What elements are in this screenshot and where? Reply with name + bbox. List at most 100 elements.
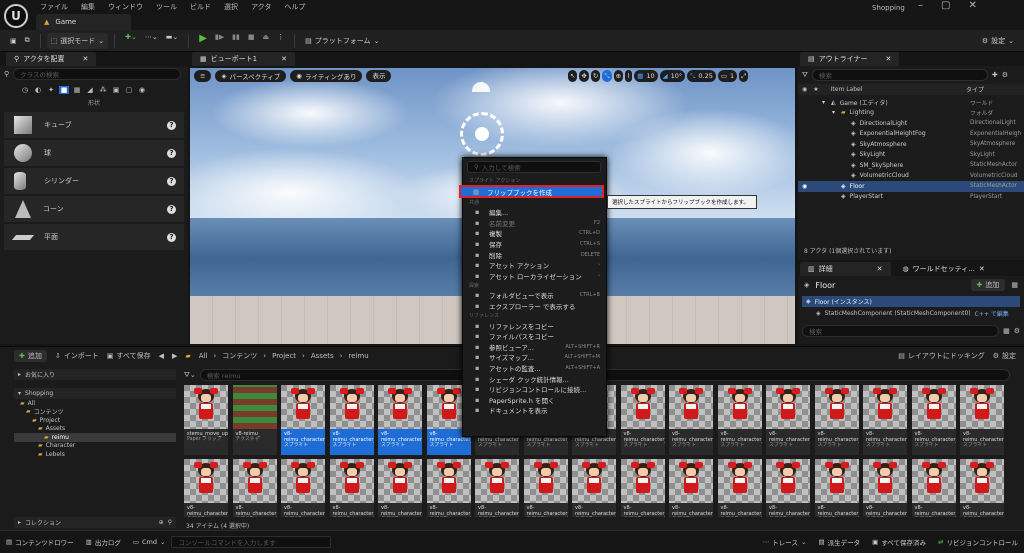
menu-item[interactable]: ▪ 複製 CTRL+D <box>463 228 606 239</box>
folder-item[interactable]: ▰ Project <box>14 416 176 425</box>
menu-item[interactable]: ▪ リファレンスをコピー <box>463 320 606 331</box>
create-flipbook-item[interactable]: ▦ フリップブックを作成 <box>459 185 604 198</box>
column-type[interactable]: タイプ <box>966 85 984 94</box>
root-header[interactable]: ▾ Shopping <box>14 388 176 399</box>
platform-button[interactable]: ▤ プラットフォーム ⌄ <box>301 33 383 49</box>
chevron-icon[interactable]: ▾ <box>822 99 827 106</box>
browse-icon[interactable]: ⧉ <box>21 33 34 49</box>
tab-outliner[interactable]: ▤ アウトライナー ✕ <box>800 52 900 66</box>
add-actor-icon[interactable]: ✚⌄ <box>121 33 141 49</box>
cpp-edit-link[interactable]: C++ で編集 <box>975 309 1009 318</box>
close-icon[interactable]: ✕ <box>83 55 89 63</box>
show-button[interactable]: 表示 <box>366 70 392 82</box>
perspective-button[interactable]: ◈ パースペクティブ <box>215 70 287 82</box>
shape-item-cone[interactable]: コーン ? <box>4 196 184 222</box>
asset-tile[interactable]: v8-reimu_character_21スプライト <box>475 459 519 517</box>
favorites-header[interactable]: ▸ お気に入り <box>14 369 176 380</box>
close-icon[interactable]: ✕ <box>968 0 976 11</box>
breadcrumb-item[interactable]: コンテンツ <box>222 351 257 361</box>
asset-tile[interactable]: v8-reimu_character_29スプライト <box>863 459 907 517</box>
class-search-input[interactable]: クラスの検索 <box>13 68 182 80</box>
content-settings-button[interactable]: ⚙ 設定 <box>993 351 1016 361</box>
menu-item[interactable]: ツール <box>156 2 177 12</box>
asset-tile[interactable]: v8-reimu_character_28スプライト <box>814 459 859 517</box>
tab-place-actors[interactable]: ⚲ アクタを配置 ✕ <box>6 52 97 66</box>
outliner-row[interactable]: ◉▾◭Game (エディタ)ワールド <box>798 97 1024 108</box>
basic-icon[interactable]: ◐ <box>33 86 43 94</box>
cinematic-icon[interactable]: ▦ <box>72 86 82 94</box>
column-item-label[interactable]: Item Label <box>831 86 863 93</box>
shape-item-sphere[interactable]: 球 ? <box>4 140 184 166</box>
asset-tile[interactable]: v8-reimu_character_16スプライト <box>232 459 277 517</box>
more-icon[interactable]: ◉ <box>137 86 147 94</box>
save-all-button[interactable]: ▣ すべて保存 <box>107 351 151 361</box>
scale-snap-button[interactable]: ⤡ 0.25 <box>687 70 716 82</box>
asset-tile[interactable]: v8-reimu_character_11スプライト <box>814 385 859 455</box>
play-options-icon[interactable]: ⋮ <box>273 33 288 49</box>
level-tab[interactable]: ▲ Game <box>36 14 131 30</box>
grid-snap-button[interactable]: ▦ 10 <box>634 70 658 82</box>
visibility-icon[interactable]: ◉ <box>802 183 807 190</box>
dock-layout-button[interactable]: ▤ レイアウトにドッキング <box>898 351 984 361</box>
step-icon[interactable]: ▮▶ <box>211 33 228 49</box>
asset-tile[interactable]: v8-reimu_character_7スプライト <box>620 385 665 455</box>
asset-tile[interactable]: v8-reimu_character_27スプライト <box>766 459 810 517</box>
menu-item[interactable]: 編集 <box>81 2 95 12</box>
menu-item[interactable]: ビルド <box>190 2 211 12</box>
minimize-icon[interactable]: – <box>918 0 923 11</box>
asset-tile[interactable]: v8-reimu_character_25スプライト <box>669 459 713 517</box>
outliner-row[interactable]: ◉◈SM_SkySphereStaticMeshActor <box>798 160 1024 171</box>
breadcrumb-item[interactable]: Project <box>272 352 296 360</box>
close-icon[interactable]: ✕ <box>281 55 287 63</box>
help-icon[interactable]: ? <box>167 232 176 242</box>
asset-tile[interactable]: v8-reimu_character_14スプライト <box>960 385 1004 455</box>
surface-snap-icon[interactable]: ⌇ <box>625 70 633 82</box>
viewport-menu-icon[interactable]: ≡ <box>194 70 212 82</box>
asset-tile[interactable]: v8-reimu_character_20スプライト <box>426 459 471 517</box>
visual-effects-icon[interactable]: ◢ <box>85 86 95 94</box>
console-input[interactable]: コンソールコマンドを入力します <box>171 535 332 548</box>
asset-tile[interactable]: v8-reimu_character_26スプライト <box>717 459 762 517</box>
eject-icon[interactable]: ⏏ <box>259 33 274 49</box>
rotate-snap-button[interactable]: ◢ 10° <box>659 70 686 82</box>
asset-tile[interactable]: v8-reimu_character_15スプライト <box>184 459 228 517</box>
outliner-row[interactable]: ◉◈DirectionalLightDirectionalLight <box>798 118 1024 129</box>
select-mode-button[interactable]: ⬚ 選択モード ⌄ <box>46 32 109 49</box>
trace-button[interactable]: ⋯ トレース ⌄ <box>757 531 813 553</box>
help-icon[interactable]: ? <box>167 120 176 130</box>
menu-item[interactable]: ▪ リビジョンコントロールに接続... <box>463 384 606 395</box>
camera-speed-button[interactable]: ▭ 1 <box>717 70 738 82</box>
help-icon[interactable]: ? <box>167 204 176 214</box>
collections-header[interactable]: ▸ コレクション ⊕ ⚲ <box>14 517 176 528</box>
help-icon[interactable]: ? <box>167 148 176 158</box>
asset-tile[interactable]: v8-reimu_character_2スプライト <box>378 385 422 455</box>
menu-item[interactable]: ▪ ファイルパスをコピー <box>463 331 606 342</box>
derived-data-button[interactable]: ▤ 派生データ <box>812 531 866 553</box>
revision-control-button[interactable]: ⇄ リビジョンコントロール <box>932 531 1024 553</box>
shapes-icon[interactable]: ■ <box>59 86 69 94</box>
recent-icon[interactable]: ◷ <box>20 86 30 94</box>
menu-item[interactable]: ウィンドウ <box>108 2 143 12</box>
forward-icon[interactable]: ▶ <box>172 352 177 360</box>
menu-item[interactable]: ▪ 参照ビューア... ALT+SHIFT+R <box>463 342 606 353</box>
menu-search-input[interactable]: ⚲ 入力して検索 <box>467 161 601 173</box>
breadcrumb-item[interactable]: Assets <box>311 352 334 360</box>
menu-item[interactable]: ▪ サイズマップ... ALT+SHIFT+M <box>463 352 606 363</box>
plus-icon[interactable]: ⊕ <box>159 519 164 526</box>
filter-icon[interactable]: ⛛⌄ <box>184 371 196 380</box>
shape-item-cube[interactable]: キューブ ? <box>4 112 184 138</box>
menu-item[interactable]: ヘルプ <box>284 2 305 12</box>
menu-item[interactable]: ▪ ドキュメントを表示 <box>463 405 606 416</box>
close-icon[interactable]: ✕ <box>877 265 883 273</box>
menu-item[interactable]: アクタ <box>251 2 271 12</box>
add-button[interactable]: ✚ 追加 <box>14 350 47 362</box>
folder-item[interactable]: ▰ コンテンツ <box>14 408 176 416</box>
maximize-viewport-icon[interactable]: ⤢ <box>739 70 749 82</box>
asset-tile[interactable]: v8-reimu_character_23スプライト <box>572 459 616 517</box>
menu-item[interactable]: ▪ アセットの監査... ALT+SHIFT+A <box>463 363 606 374</box>
menu-item[interactable]: 選択 <box>224 2 238 12</box>
shape-item-cylinder[interactable]: シリンダー ? <box>4 168 184 194</box>
outliner-row[interactable]: ◉◈SkyAtmosphereSkyAtmosphere <box>798 139 1024 150</box>
world-space-icon[interactable]: ⊕ <box>613 70 624 82</box>
directional-light-icon[interactable] <box>460 112 504 156</box>
